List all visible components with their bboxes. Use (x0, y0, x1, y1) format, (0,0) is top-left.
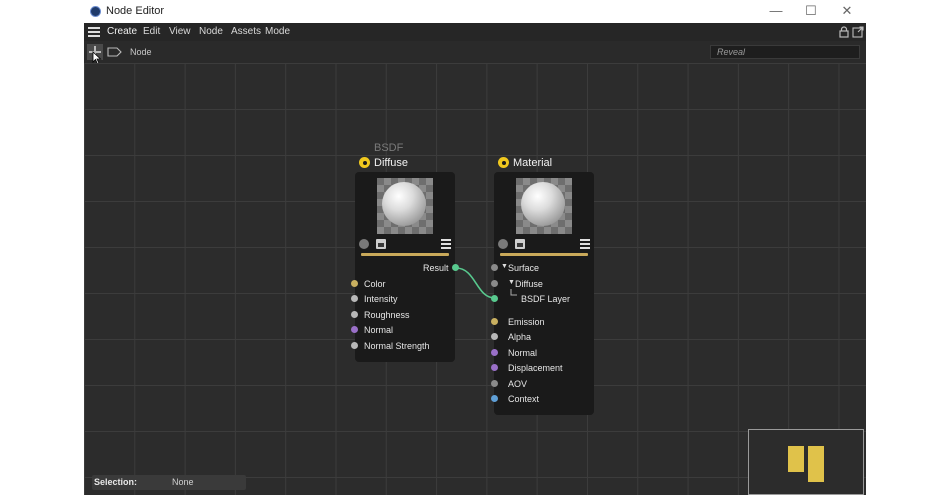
material-preview (516, 178, 572, 234)
input-normal-label: Normal (364, 325, 394, 335)
diffuse-node[interactable]: Result Color Intensity Roughness Normal … (355, 172, 455, 362)
preview-sphere (521, 182, 565, 226)
result-port[interactable] (452, 264, 459, 271)
material-node-title: Material (513, 157, 553, 169)
aov-port[interactable] (491, 380, 498, 387)
diffuse-node-group-label: BSDF (374, 142, 404, 154)
collapse-triangle-icon[interactable]: ▼ (501, 263, 508, 270)
input-context-label: Context (508, 394, 540, 404)
diffuse-port[interactable] (491, 280, 498, 287)
title-bar: Node Editor — ☐ ✕ (84, 0, 866, 23)
node-editor-window: Node Editor — ☐ ✕ Create Edit View Node … (84, 0, 866, 495)
maximize-button[interactable]: ☐ (803, 3, 819, 19)
selection-label: Selection: (94, 477, 138, 487)
input-displacement-label: Displacement (508, 363, 563, 373)
diffuse-node-title: Diffuse (374, 157, 409, 169)
tree-branch-icon (510, 289, 517, 296)
intensity-port[interactable] (351, 295, 358, 302)
alpha-port[interactable] (491, 333, 498, 340)
app-icon (90, 6, 101, 17)
close-button[interactable]: ✕ (839, 3, 855, 19)
selection-status-bar: Selection: None (92, 475, 246, 490)
preview-sphere (382, 182, 426, 226)
diffuse-preview (377, 178, 433, 234)
emission-port[interactable] (491, 318, 498, 325)
coin-icon[interactable] (359, 239, 369, 249)
tag-icon[interactable] (107, 47, 122, 57)
input-aov-label: AOV (508, 379, 528, 389)
bsdf-layer-port[interactable] (491, 295, 498, 302)
image-icon[interactable] (376, 239, 386, 249)
reveal-search-input[interactable]: Reveal (710, 45, 860, 59)
menu-bar: Create Edit View Node Assets Mode (84, 23, 866, 41)
selection-value: None (172, 477, 194, 487)
displacement-port[interactable] (491, 364, 498, 371)
normal-port[interactable] (491, 349, 498, 356)
menu-edit[interactable]: Edit (143, 26, 160, 37)
input-roughness-label: Roughness (364, 310, 410, 320)
node-menu-icon[interactable] (441, 239, 451, 249)
diffuse-node-icon (359, 157, 370, 168)
input-emission-label: Emission (508, 317, 545, 327)
node-gold-bar (361, 253, 449, 256)
bsdf-layer-label: BSDF Layer (521, 294, 571, 304)
menu-node[interactable]: Node (199, 26, 223, 37)
roughness-port[interactable] (351, 311, 358, 318)
surface-port[interactable] (491, 264, 498, 271)
input-color-label: Color (364, 279, 386, 289)
node-gold-bar (500, 253, 588, 256)
color-port[interactable] (351, 280, 358, 287)
node-toolbar: Node Reveal (84, 41, 866, 64)
normal-strength-port[interactable] (351, 342, 358, 349)
node-menu-icon[interactable] (580, 239, 590, 249)
menu-view[interactable]: View (169, 26, 191, 37)
input-normal-strength-label: Normal Strength (364, 341, 430, 351)
menu-assets[interactable]: Assets (231, 26, 261, 37)
image-icon[interactable] (515, 239, 525, 249)
popout-icon[interactable] (852, 26, 864, 38)
hamburger-menu-icon[interactable] (88, 27, 100, 37)
window-title: Node Editor (106, 5, 165, 17)
surface-label: Surface (508, 263, 540, 273)
coin-icon[interactable] (498, 239, 508, 249)
menu-create[interactable]: Create (107, 26, 137, 37)
result-output-label: Result (423, 263, 449, 273)
collapse-triangle-icon[interactable]: ▼ (508, 279, 515, 286)
node-path-label: Node (130, 47, 152, 57)
lock-icon[interactable] (838, 26, 850, 38)
context-port[interactable] (491, 395, 498, 402)
normal-port[interactable] (351, 326, 358, 333)
diffuse-label: Diffuse (515, 279, 543, 289)
minimap[interactable] (748, 429, 864, 495)
menu-mode[interactable]: Mode (265, 26, 290, 37)
input-alpha-label: Alpha (508, 332, 532, 342)
input-intensity-label: Intensity (364, 294, 398, 304)
minimap-node (788, 446, 804, 472)
material-node[interactable]: ▼ Surface ▼ Diffuse BSDF Layer Emission … (494, 172, 594, 415)
input-normal-label: Normal (508, 348, 538, 358)
minimize-button[interactable]: — (768, 3, 784, 19)
minimap-node (808, 446, 824, 482)
material-node-icon (498, 157, 509, 168)
